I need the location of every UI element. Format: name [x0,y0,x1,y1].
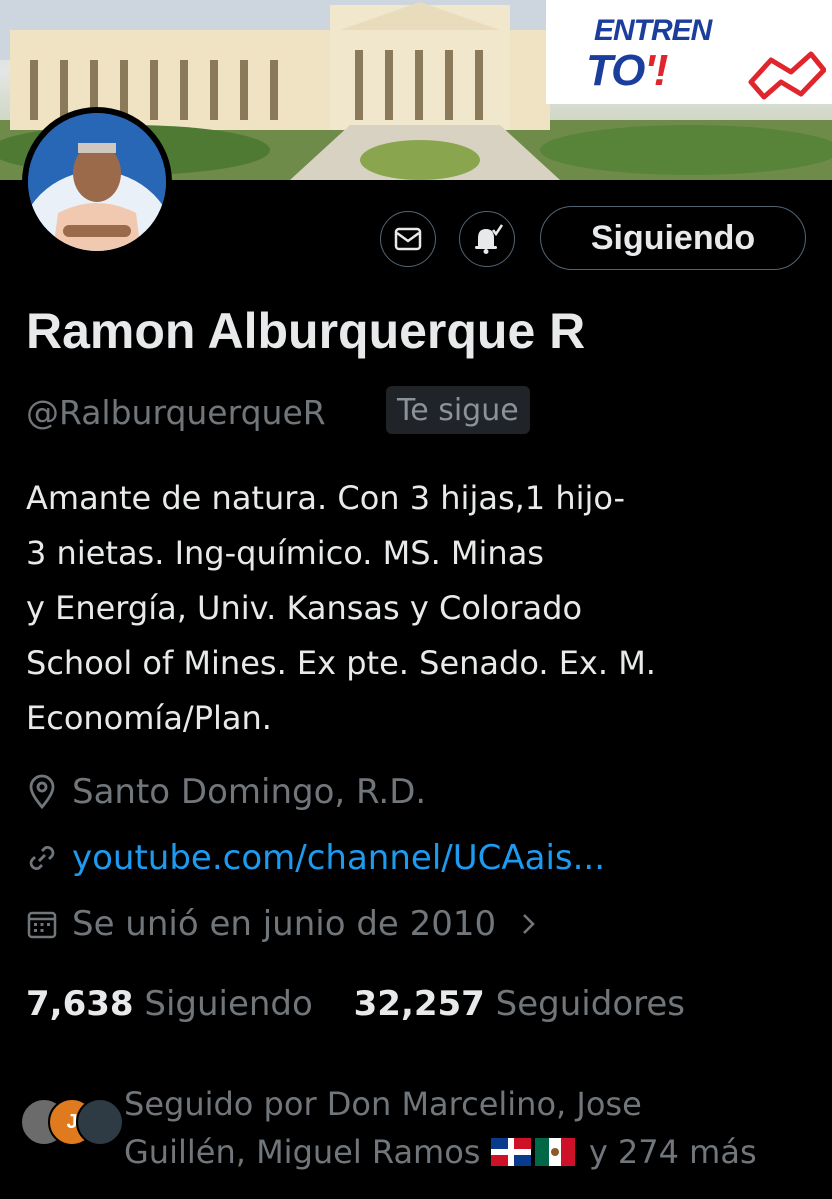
bio-line: School of Mines. Ex pte. Senado. Ex. M. [26,644,656,682]
promo-logo: ENTREN TO'! [546,0,832,104]
mutual-followers-avatars[interactable]: J [20,1098,124,1148]
followed-by-names: Guillén, Miguel Ramos [124,1133,481,1171]
followers-label: Seguidores [495,984,685,1024]
notifications-button[interactable] [459,211,515,267]
avatar-photo [28,113,166,251]
calendar-icon [27,911,57,939]
location-text: Santo Domingo, R.D. [72,772,427,812]
followers-stat[interactable]: 32,257 Seguidores [354,984,685,1024]
promo-line2: TO'! [586,46,668,95]
chevron-right-icon [523,914,536,934]
link-icon [29,846,55,870]
handshake-icon [748,51,826,100]
user-handle: @RalburquerqueR [26,393,326,432]
location-row: Santo Domingo, R.D. [26,772,426,812]
followers-count: 32,257 [353,984,485,1024]
following-button[interactable]: Siguiendo [540,206,806,270]
mexico-flag-icon [534,1138,575,1166]
follow-stats: 7,638 Siguiendo 32,257 Seguidores [26,984,685,1024]
profile-bio: Amante de natura. Con 3 hijas,1 hijo- 3 … [26,471,816,746]
display-name: Ramon Alburquerque R [26,303,586,359]
message-button[interactable] [380,211,436,267]
website-row: youtube.com/channel/UCAais... [26,838,605,878]
bell-check-icon [475,224,503,254]
followed-by-text[interactable]: Seguido por Don Marcelino, Jose Guillén,… [124,1080,804,1176]
following-stat[interactable]: 7,638 Siguiendo [26,984,313,1024]
bio-line: y Energía, Univ. Kansas y Colorado [26,589,583,627]
follows-you-badge: Te sigue [386,386,530,434]
joined-text: Se unió en junio de 2010 [72,904,497,944]
location-pin-icon [29,774,55,810]
joined-row[interactable]: Se unió en junio de 2010 [26,904,558,944]
avatar [76,1098,124,1146]
following-label: Siguiendo [144,984,313,1024]
envelope-icon [394,227,422,251]
website-link[interactable]: youtube.com/channel/UCAais... [72,838,605,878]
followed-by-more: y 274 más [588,1133,757,1171]
followed-by-line1: Seguido por Don Marcelino, Jose [124,1085,642,1123]
dominican-republic-flag-icon [490,1138,531,1166]
bio-line: 3 nietas. Ing-químico. MS. Minas [26,534,544,572]
promo-line1: ENTREN [594,14,712,47]
following-count: 7,638 [26,984,134,1024]
profile-avatar[interactable] [22,107,172,257]
bio-line: Amante de natura. Con 3 hijas,1 hijo- [26,479,626,517]
followed-by-line2: Guillén, Miguel Ramos y 274 más [124,1128,804,1176]
bio-line: Economía/Plan. [26,699,272,737]
